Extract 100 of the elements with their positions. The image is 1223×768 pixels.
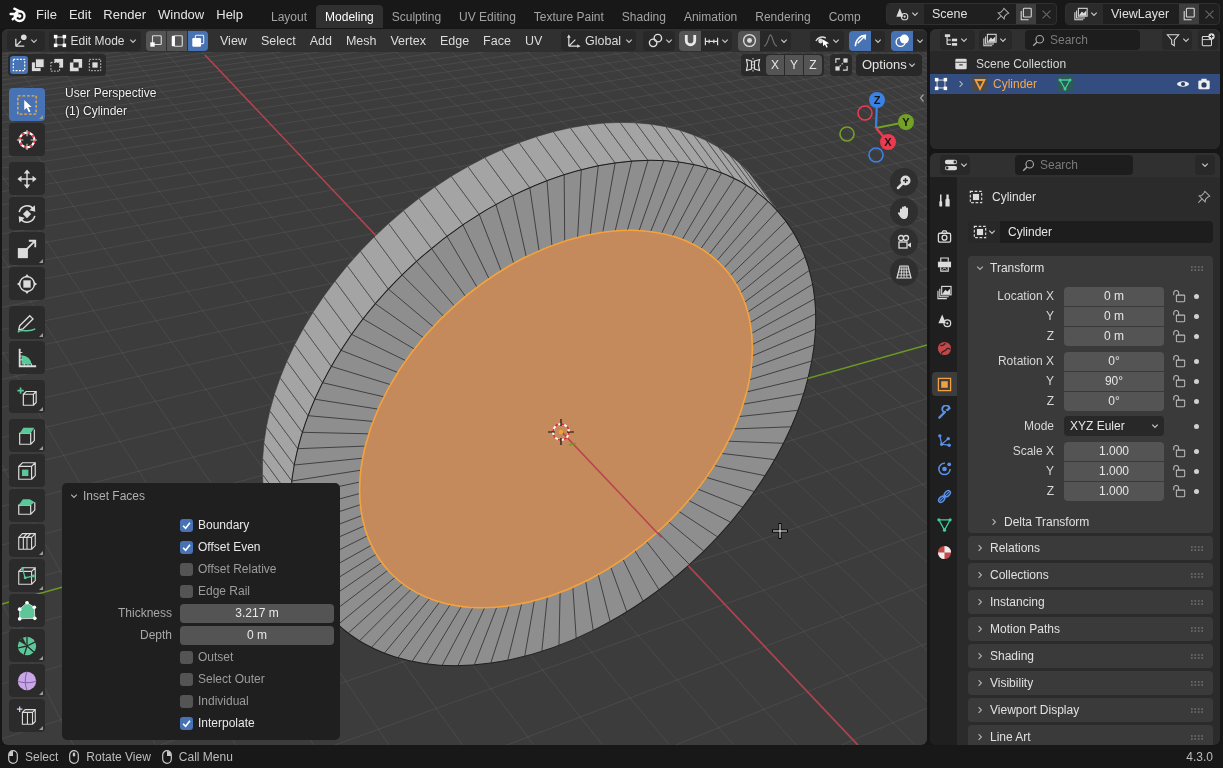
chevron-right-icon[interactable] xyxy=(957,80,965,88)
number-field[interactable]: 1.000 xyxy=(1064,441,1164,461)
tool-button[interactable] xyxy=(9,267,45,300)
tool-button[interactable] xyxy=(9,594,45,627)
zoom-button[interactable] xyxy=(890,168,918,196)
selection-mode-button[interactable] xyxy=(10,55,28,74)
checkbox-label[interactable]: Offset Relative xyxy=(198,562,277,576)
number-field[interactable]: 0° xyxy=(1064,391,1164,411)
drag-grip-icon[interactable] xyxy=(1191,680,1203,686)
drag-grip-icon[interactable] xyxy=(1191,734,1203,740)
view-layer-browse-button[interactable] xyxy=(1066,4,1103,24)
padlock-open-icon[interactable] xyxy=(1172,444,1186,458)
auto-merge-button[interactable] xyxy=(830,53,852,76)
menu-item[interactable]: Add xyxy=(302,30,339,51)
axis-dot[interactable] xyxy=(898,114,914,130)
section-header[interactable]: Relations xyxy=(968,536,1213,560)
view-layer-name-field[interactable]: ViewLayer xyxy=(1103,4,1179,24)
keyframe-dot-icon[interactable] xyxy=(1194,378,1199,384)
tool-button[interactable] xyxy=(9,419,45,452)
padlock-open-icon[interactable] xyxy=(1172,484,1186,498)
pin-icon[interactable] xyxy=(996,7,1010,21)
number-field[interactable]: 3.217 m xyxy=(180,603,334,623)
camera-icon[interactable] xyxy=(1197,77,1211,91)
drag-grip-icon[interactable] xyxy=(1191,572,1203,578)
checkbox-label[interactable]: Interpolate xyxy=(198,716,255,730)
keyframe-dot-icon[interactable] xyxy=(1194,448,1199,454)
tool-button[interactable] xyxy=(9,123,45,156)
tool-button[interactable] xyxy=(9,524,45,557)
menu-item[interactable]: Edit xyxy=(62,3,98,25)
negative-axis-ring[interactable] xyxy=(857,105,873,121)
tool-button[interactable] xyxy=(9,380,45,413)
checkbox[interactable] xyxy=(180,584,193,598)
select-mode-button[interactable] xyxy=(167,30,187,51)
mirror-axis-toggle[interactable]: X xyxy=(766,54,784,75)
overlay-toggle-button[interactable] xyxy=(891,30,913,51)
drag-grip-icon[interactable] xyxy=(1191,599,1203,605)
menu-item[interactable]: Vertex xyxy=(383,30,433,51)
number-field[interactable]: 0 m xyxy=(1064,286,1164,306)
mode-dropdown[interactable]: Edit Mode xyxy=(48,30,141,51)
scene-name-field[interactable]: Scene xyxy=(924,4,996,24)
section-header[interactable]: Motion Paths xyxy=(968,617,1213,641)
new-view-layer-button[interactable] xyxy=(1179,4,1199,24)
checkbox-label[interactable]: Outset xyxy=(198,650,234,664)
snap-toggle-button[interactable] xyxy=(679,30,701,51)
negative-axis-ring[interactable] xyxy=(839,126,855,142)
pin-icon[interactable] xyxy=(1197,190,1211,204)
menu-item[interactable]: Select xyxy=(253,30,303,51)
workspace-tab[interactable]: Comp xyxy=(819,5,870,28)
options-dropdown[interactable] xyxy=(1195,155,1215,175)
tool-button[interactable] xyxy=(9,232,45,265)
workspace-tab[interactable]: Sculpting xyxy=(382,5,451,28)
tool-button[interactable] xyxy=(9,197,45,230)
tool-button[interactable] xyxy=(9,699,45,732)
tool-button[interactable] xyxy=(9,559,45,592)
view-layer-filter-dropdown[interactable] xyxy=(979,30,1012,50)
number-field[interactable]: 0 m xyxy=(1064,326,1164,346)
drag-grip-icon[interactable] xyxy=(1191,545,1203,551)
menu-item[interactable]: Window xyxy=(152,3,211,25)
selectability-dropdown[interactable] xyxy=(810,30,844,51)
checkbox[interactable] xyxy=(180,518,193,532)
workspace-tab[interactable]: Shading xyxy=(612,5,675,28)
snap-target-dropdown[interactable] xyxy=(701,30,732,51)
padlock-open-icon[interactable] xyxy=(1172,289,1186,303)
padlock-open-icon[interactable] xyxy=(1172,354,1186,368)
menu-item[interactable]: Render xyxy=(97,3,152,25)
search-field[interactable]: Search xyxy=(1015,155,1133,175)
tool-button[interactable] xyxy=(9,489,45,522)
outliner-row[interactable]: Scene Collection xyxy=(930,54,1220,74)
logo-icon[interactable] xyxy=(9,5,26,23)
pan-button[interactable] xyxy=(890,198,918,226)
new-scene-button[interactable] xyxy=(1016,4,1036,24)
checkbox-label[interactable]: Boundary xyxy=(198,518,250,532)
checkbox-label[interactable]: Edge Rail xyxy=(198,584,251,598)
section-header[interactable]: Transform xyxy=(968,256,1213,280)
checkbox-label[interactable]: Offset Even xyxy=(198,540,261,554)
pivot-dropdown[interactable] xyxy=(643,30,675,51)
number-field[interactable]: 0 m xyxy=(1064,306,1164,326)
keyframe-dot-icon[interactable] xyxy=(1194,293,1199,299)
overlay-options-dropdown[interactable] xyxy=(913,30,927,51)
section-header[interactable]: Visibility xyxy=(968,671,1213,695)
outliner-row[interactable]: Cylinder xyxy=(930,74,1220,94)
keyframe-dot-icon[interactable] xyxy=(1194,398,1199,404)
drag-grip-icon[interactable] xyxy=(1191,265,1203,271)
chevron-left-icon[interactable] xyxy=(918,93,926,103)
section-header[interactable]: Collections xyxy=(968,563,1213,587)
workspace-tab[interactable]: Animation xyxy=(674,5,747,28)
padlock-open-icon[interactable] xyxy=(1172,394,1186,408)
padlock-open-icon[interactable] xyxy=(1172,329,1186,343)
mirror-axis-toggle[interactable]: Z xyxy=(804,54,822,75)
panel-header[interactable]: Inset Faces xyxy=(62,485,154,507)
number-field[interactable]: 0° xyxy=(1064,351,1164,371)
editor-type-button[interactable] xyxy=(7,30,45,51)
section-header[interactable]: Line Art xyxy=(968,725,1213,745)
axis-dot[interactable] xyxy=(880,134,896,150)
axis-dot[interactable] xyxy=(869,92,885,108)
checkbox[interactable] xyxy=(180,540,193,554)
gizmo-toggle-button[interactable] xyxy=(849,30,871,51)
drag-grip-icon[interactable] xyxy=(1191,626,1203,632)
checkbox[interactable] xyxy=(180,672,193,686)
negative-axis-ring[interactable] xyxy=(868,147,884,163)
